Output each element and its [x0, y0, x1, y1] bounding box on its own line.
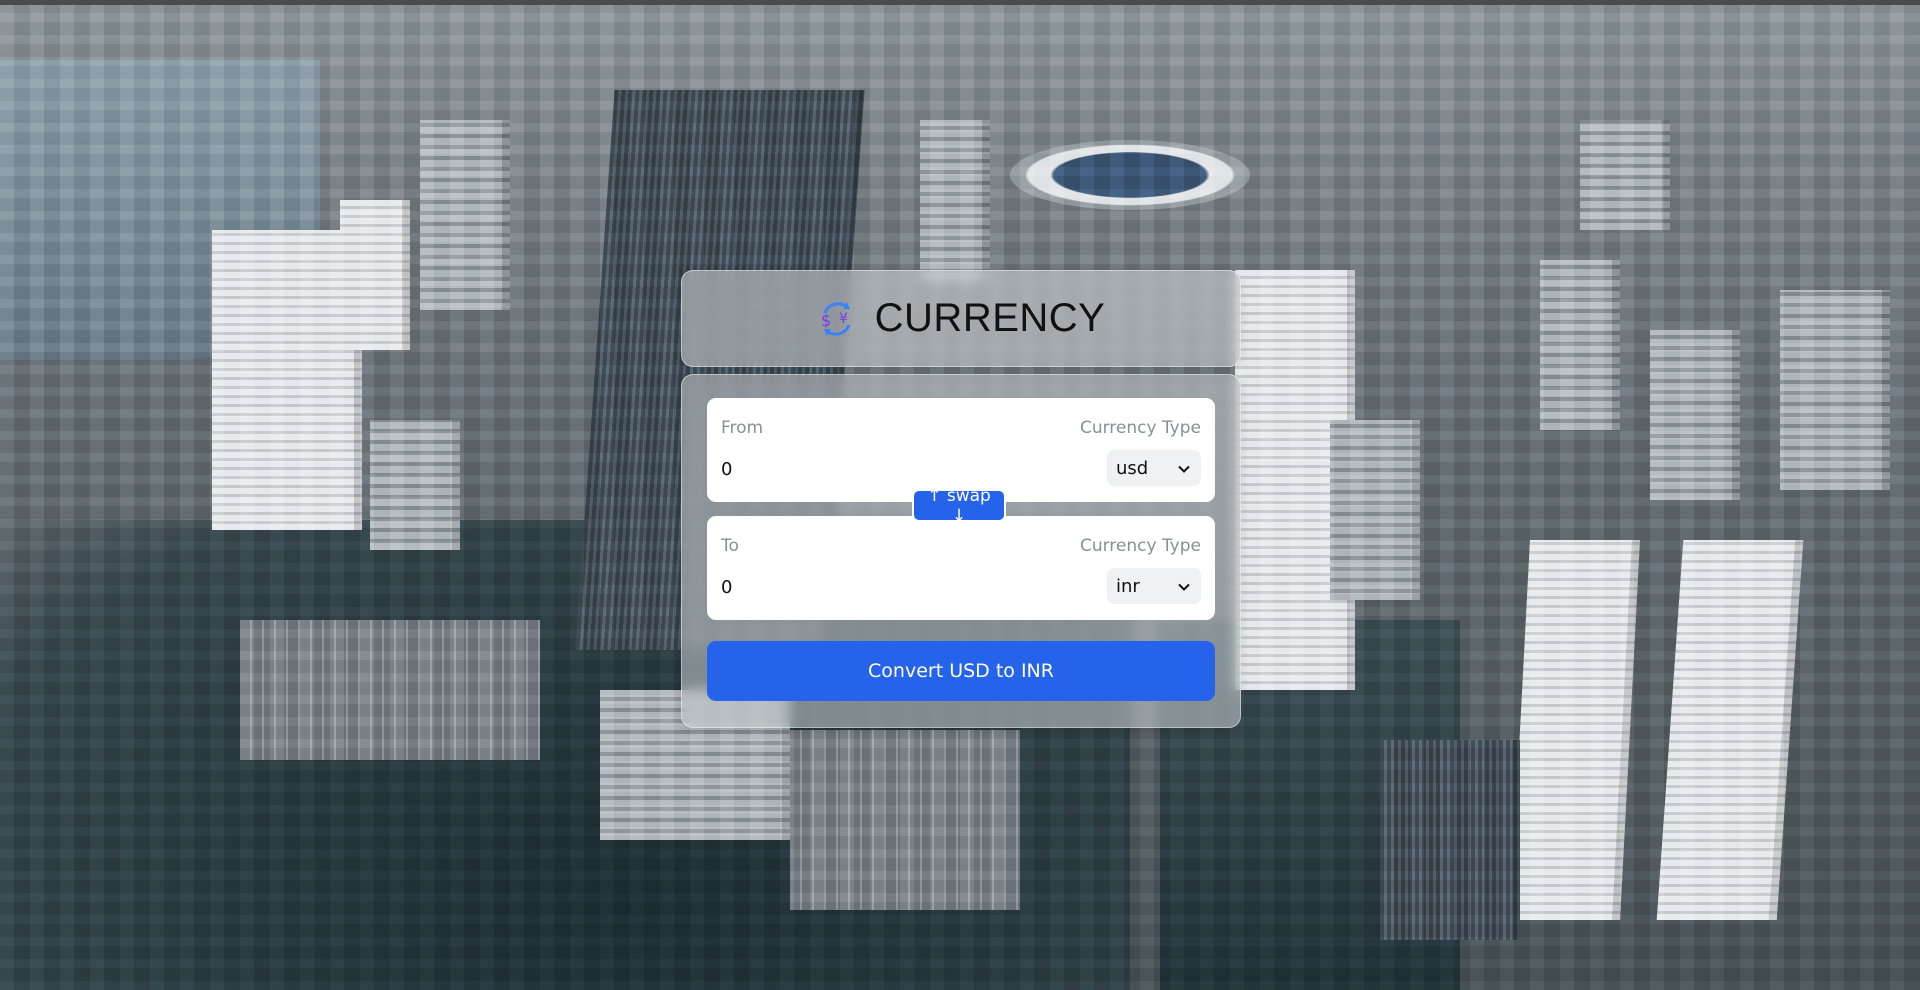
swap-button[interactable]: ↑ swap ↓ — [912, 486, 1006, 526]
chevron-down-icon — [1177, 579, 1191, 593]
currency-exchange-icon: $ ¥ — [817, 299, 857, 339]
svg-text:¥: ¥ — [839, 311, 848, 327]
chevron-down-icon — [1177, 461, 1191, 475]
to-currency-type-label: Currency Type — [1079, 536, 1201, 556]
to-field-group: To Currency Type inr — [707, 516, 1215, 620]
svg-text:$: $ — [821, 311, 831, 330]
from-label: From — [721, 418, 764, 438]
from-amount-input[interactable] — [717, 452, 1025, 486]
convert-button[interactable]: Convert USD to INR — [707, 641, 1215, 701]
from-currency-value: usd — [1116, 457, 1149, 479]
to-amount-input[interactable] — [717, 570, 1025, 604]
from-currency-type-label: Currency Type — [1079, 418, 1201, 438]
to-currency-select[interactable]: inr — [1107, 568, 1201, 604]
from-currency-select[interactable]: usd — [1107, 450, 1201, 486]
converter-panel: From Currency Type usd To Currency Type … — [681, 374, 1241, 728]
to-label: To — [721, 536, 739, 556]
app-header: $ ¥ CURRENCY — [681, 270, 1241, 367]
to-currency-value: inr — [1116, 575, 1140, 597]
page-title: CURRENCY — [874, 296, 1106, 340]
